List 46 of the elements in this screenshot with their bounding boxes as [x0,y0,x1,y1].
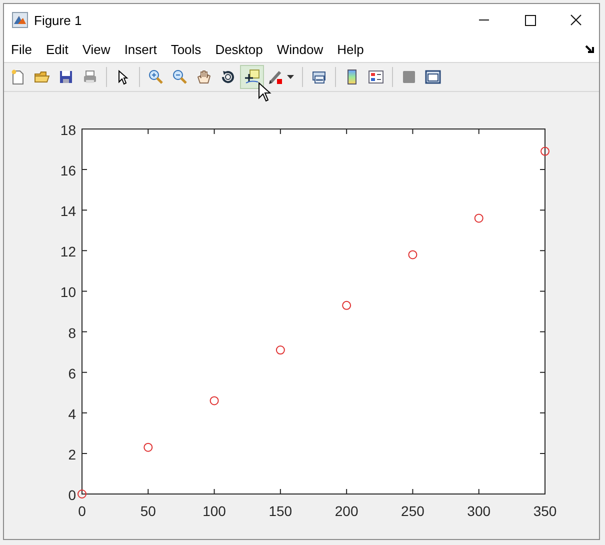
y-tick-label: 12 [60,244,76,260]
menu-item[interactable]: View [75,42,118,56]
plot-tools-icon [425,69,441,85]
x-tick-label: 250 [401,503,424,519]
y-tick-label: 18 [60,122,76,138]
folder-icon [34,69,50,85]
menu-item[interactable]: Window [270,42,330,56]
y-tick-label: 10 [60,284,76,300]
brush-icon [268,69,284,85]
x-tick-label: 350 [533,503,557,519]
x-tick-label: 50 [140,503,156,519]
hand-icon [196,69,212,85]
rotate-icon [220,69,236,85]
y-tick-label: 8 [68,324,76,341]
app-icon [12,12,28,28]
new-file-icon [10,69,26,85]
window-title: Figure 1 [34,12,82,28]
dock-arrow-icon[interactable] [585,44,595,54]
toolbar-button[interactable] [240,65,264,89]
x-tick-label: 150 [268,503,292,519]
y-tick-label: 16 [60,162,76,179]
square-icon [401,69,417,85]
x-tick-label: 100 [202,503,226,519]
zoom-out-icon [172,69,188,85]
y-tick-label: 6 [68,365,76,382]
menu-item[interactable]: Desktop [208,42,270,56]
menu-item[interactable]: File [4,42,39,56]
y-tick-label: 0 [68,487,76,503]
menu-item[interactable]: Edit [38,42,76,56]
menu-item[interactable]: Help [330,42,371,56]
printer-icon [82,69,98,85]
data-cursor-icon [244,69,260,85]
y-tick-label: 14 [60,203,76,220]
y-tick-label: 4 [68,406,76,422]
legend-icon [368,69,384,85]
mouse-cursor-icon [258,82,272,102]
x-tick-label: 300 [467,503,491,519]
save-icon [58,69,74,85]
menu-item[interactable]: Insert [117,42,164,56]
x-tick-label: 0 [78,503,86,519]
y-tick-label: 2 [68,446,76,462]
zoom-in-icon [148,69,164,85]
x-tick-label: 200 [334,503,358,519]
menu-item[interactable]: Tools [164,42,208,56]
dropdown-arrow-icon[interactable] [287,75,294,79]
link-icon [311,69,327,85]
